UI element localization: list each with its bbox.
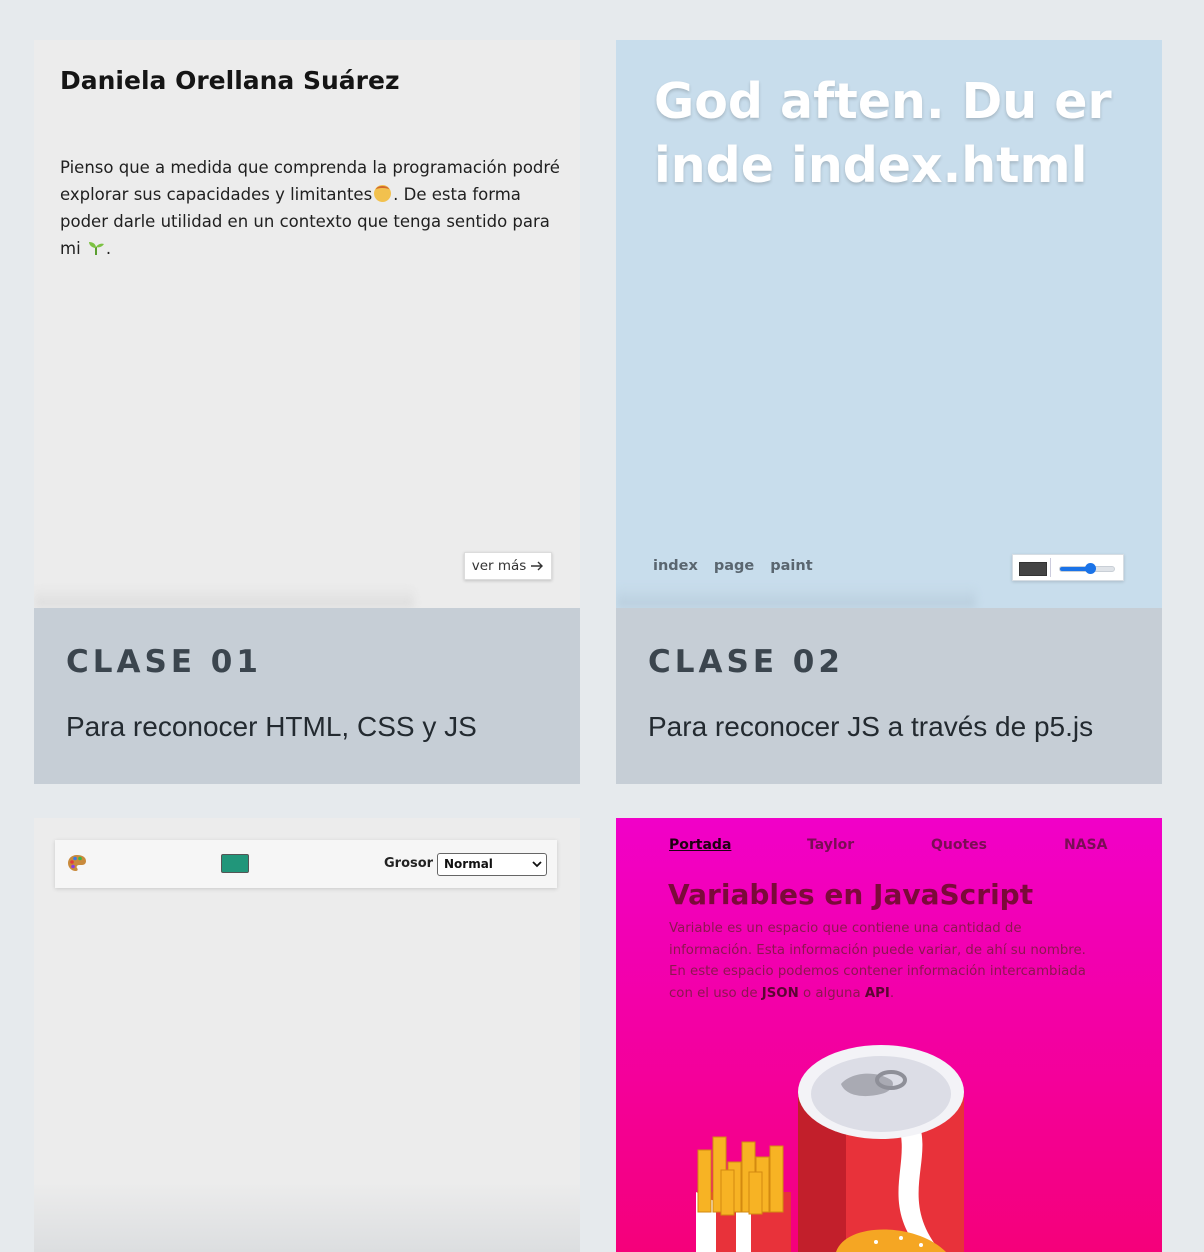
grosor-selected-value: Normal xyxy=(444,857,493,871)
preview-heading: God aften. Du er inde index.html xyxy=(654,73,1112,194)
paragraph-bold-json: JSON xyxy=(761,985,799,1001)
preview-paragraph: Pienso que a medida que comprenda la pro… xyxy=(60,154,560,262)
nav-link-index[interactable]: index xyxy=(653,558,698,574)
project-card-paint[interactable]: Grosor Normal xyxy=(34,818,580,1252)
paragraph-text: . xyxy=(105,239,112,258)
card-caption: CLASE 01 Para reconocer HTML, CSS y JS xyxy=(34,608,580,784)
ver-mas-button[interactable]: ver más xyxy=(464,552,552,580)
paragraph-bold-api: API xyxy=(864,985,890,1001)
class-label: CLASE 01 xyxy=(66,644,262,680)
preview-heading: Variables en JavaScript xyxy=(668,878,1034,911)
arrow-right-icon xyxy=(531,561,544,571)
class-label: CLASE 02 xyxy=(648,644,844,680)
card-preview[interactable]: Grosor Normal xyxy=(34,818,580,1252)
card-caption: CLASE 02 Para reconocer JS a través de p… xyxy=(616,608,1162,784)
preview-shadow xyxy=(34,586,414,608)
preview-paragraph: Variable es un espacio que contiene una … xyxy=(669,918,1099,1004)
class-description: Para reconocer JS a través de p5.js xyxy=(648,711,1094,742)
class-description: Para reconocer HTML, CSS y JS xyxy=(66,711,477,742)
nav-link-nasa[interactable]: NASA xyxy=(1064,837,1107,853)
card-preview[interactable]: God aften. Du er inde index.html index p… xyxy=(616,40,1162,608)
chevron-down-icon xyxy=(532,861,542,868)
stroke-size-slider[interactable] xyxy=(1059,563,1115,574)
nav-link-page[interactable]: page xyxy=(714,558,754,574)
grosor-select[interactable]: Normal xyxy=(437,853,547,876)
project-card-clase-01[interactable]: Daniela Orellana Suárez Pienso que a med… xyxy=(34,40,580,784)
nav-link-paint[interactable]: paint xyxy=(770,558,812,574)
card-preview[interactable]: Daniela Orellana Suárez Pienso que a med… xyxy=(34,40,580,608)
project-card-clase-02[interactable]: God aften. Du er inde index.html index p… xyxy=(616,40,1162,784)
seedling-emoji-icon xyxy=(88,242,104,255)
paragraph-text: o alguna xyxy=(802,985,861,1001)
exploding-head-emoji-icon xyxy=(374,185,392,202)
preview-shadow xyxy=(616,586,976,608)
preview-fade xyxy=(34,1182,580,1252)
ver-mas-label: ver más xyxy=(471,558,527,574)
preview-author-name: Daniela Orellana Suárez xyxy=(60,66,400,95)
nav-link-taylor[interactable]: Taylor xyxy=(807,837,854,853)
grosor-label: Grosor xyxy=(384,856,434,871)
paint-toolbar: Grosor Normal xyxy=(55,840,557,888)
color-picker[interactable] xyxy=(1019,562,1047,576)
card-preview[interactable]: Portada Taylor Quotes NASA Variables en … xyxy=(616,818,1162,1252)
palette-icon[interactable] xyxy=(67,854,87,872)
preview-nav: index page paint xyxy=(653,558,813,574)
slider-thumb[interactable] xyxy=(1084,563,1096,574)
nav-link-portada[interactable]: Portada xyxy=(669,837,731,853)
soda-can-fries-burger-illustration xyxy=(696,1045,964,1252)
nav-link-quotes[interactable]: Quotes xyxy=(931,837,987,853)
paragraph-text: . xyxy=(889,985,895,1001)
color-swatch[interactable] xyxy=(221,854,249,873)
paint-toolbar xyxy=(1012,554,1124,581)
toolbar-divider xyxy=(1050,558,1051,577)
project-card-variables[interactable]: Portada Taylor Quotes NASA Variables en … xyxy=(616,818,1162,1252)
